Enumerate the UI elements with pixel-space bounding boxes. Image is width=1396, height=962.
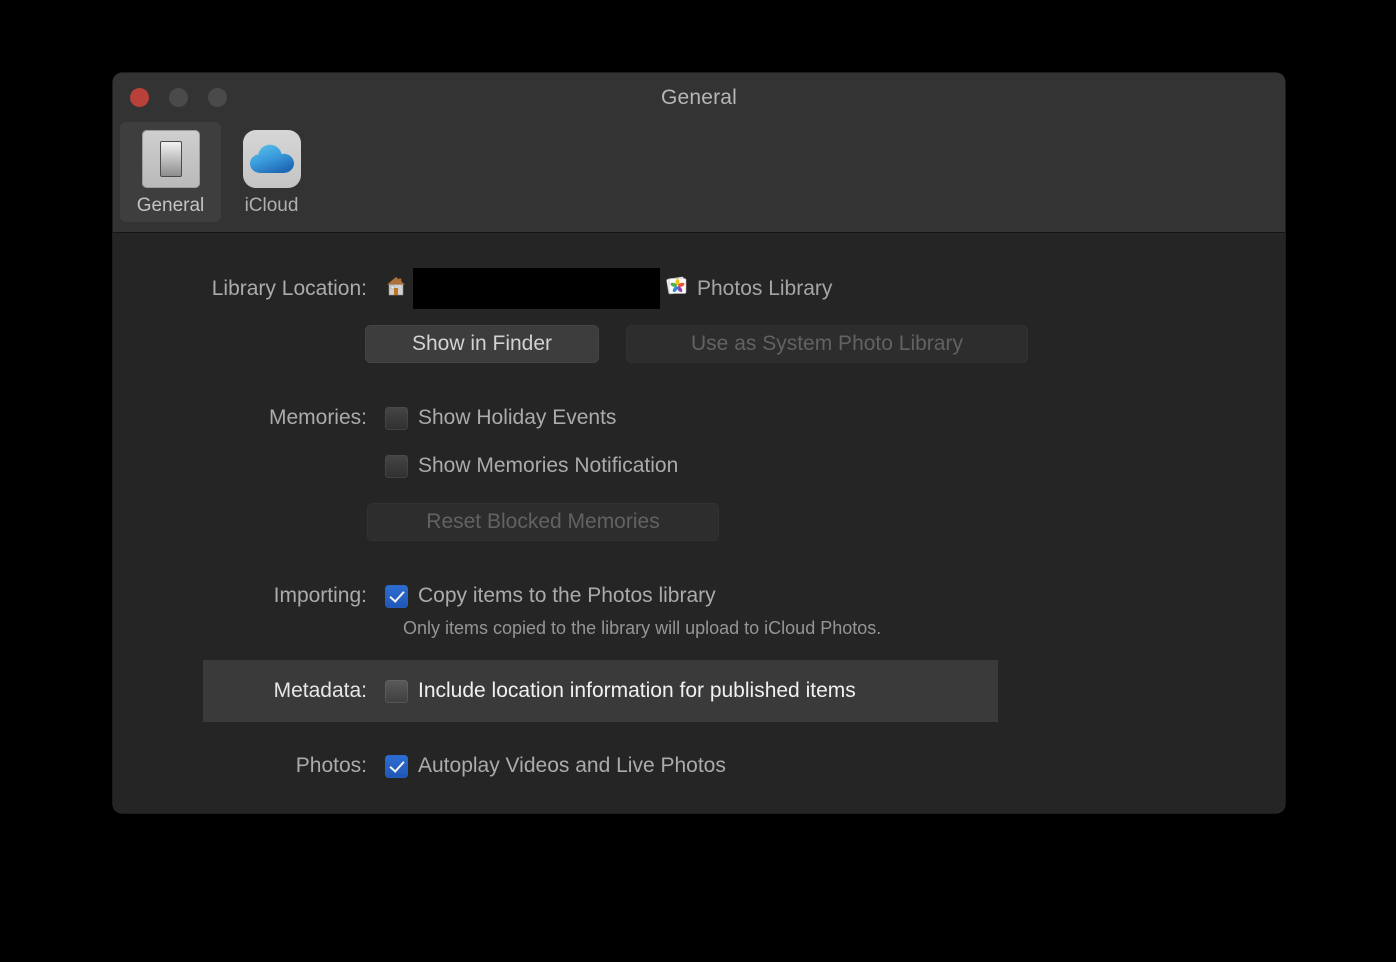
home-folder-icon <box>385 275 407 302</box>
window-title: General <box>660 86 738 109</box>
tab-icloud-label: iCloud <box>244 195 299 216</box>
include-location-label: Include location information for publish… <box>418 679 856 702</box>
photos-library-icon <box>665 274 689 303</box>
window-titlebar: General General iCloud <box>113 73 1285 233</box>
library-location-row: Library Location: Photos Library <box>131 268 832 309</box>
show-holiday-events-label: Show Holiday Events <box>418 406 617 429</box>
switch-icon <box>141 130 200 188</box>
library-location-label: Library Location: <box>211 276 367 300</box>
metadata-row[interactable]: Metadata: Include location information f… <box>203 660 998 722</box>
tab-general-label: General <box>136 195 205 216</box>
photos-row: Photos: Autoplay Videos and Live Photos <box>131 754 726 778</box>
preferences-content: Library Location: Photos Library Show in… <box>113 233 1285 812</box>
library-buttons-row: Show in Finder Use as System Photo Libra… <box>365 325 1028 363</box>
memories-row: Memories: Show Holiday Events <box>131 406 616 430</box>
show-in-finder-button[interactable]: Show in Finder <box>365 325 599 363</box>
reset-memories-row: Reset Blocked Memories <box>367 503 719 541</box>
minimize-window-button[interactable] <box>169 88 188 107</box>
importing-note-row: Only items copied to the library will up… <box>131 618 881 639</box>
close-window-button[interactable] <box>130 88 149 107</box>
tab-icloud[interactable]: iCloud <box>221 122 322 222</box>
memories-label: Memories: <box>268 406 367 429</box>
preferences-window: General General iCloud Library Location:… <box>113 73 1285 813</box>
autoplay-videos-checkbox[interactable] <box>385 754 408 778</box>
toolbar-tabs: General iCloud <box>120 122 322 222</box>
copy-items-checkbox[interactable] <box>385 584 408 608</box>
icloud-icon <box>242 130 301 188</box>
show-holiday-events-checkbox[interactable] <box>385 406 408 430</box>
copy-items-label: Copy items to the Photos library <box>418 584 716 607</box>
use-as-system-photo-library-button[interactable]: Use as System Photo Library <box>626 325 1028 363</box>
zoom-window-button[interactable] <box>208 88 227 107</box>
importing-note: Only items copied to the library will up… <box>403 618 882 638</box>
library-path-field[interactable] <box>413 268 660 309</box>
importing-label: Importing: <box>273 584 367 607</box>
library-name-label: Photos Library <box>697 276 833 300</box>
show-memories-notification-checkbox[interactable] <box>385 454 408 478</box>
show-memories-notification-label: Show Memories Notification <box>418 454 679 477</box>
include-location-checkbox[interactable] <box>385 679 408 703</box>
traffic-light-group <box>130 88 227 107</box>
autoplay-videos-label: Autoplay Videos and Live Photos <box>418 754 726 777</box>
memories-notification-row: Show Memories Notification <box>131 454 678 478</box>
tab-general[interactable]: General <box>120 122 221 222</box>
photos-label: Photos: <box>295 754 367 777</box>
metadata-label: Metadata: <box>273 679 367 702</box>
reset-blocked-memories-button[interactable]: Reset Blocked Memories <box>367 503 719 541</box>
importing-row: Importing: Copy items to the Photos libr… <box>131 584 716 608</box>
